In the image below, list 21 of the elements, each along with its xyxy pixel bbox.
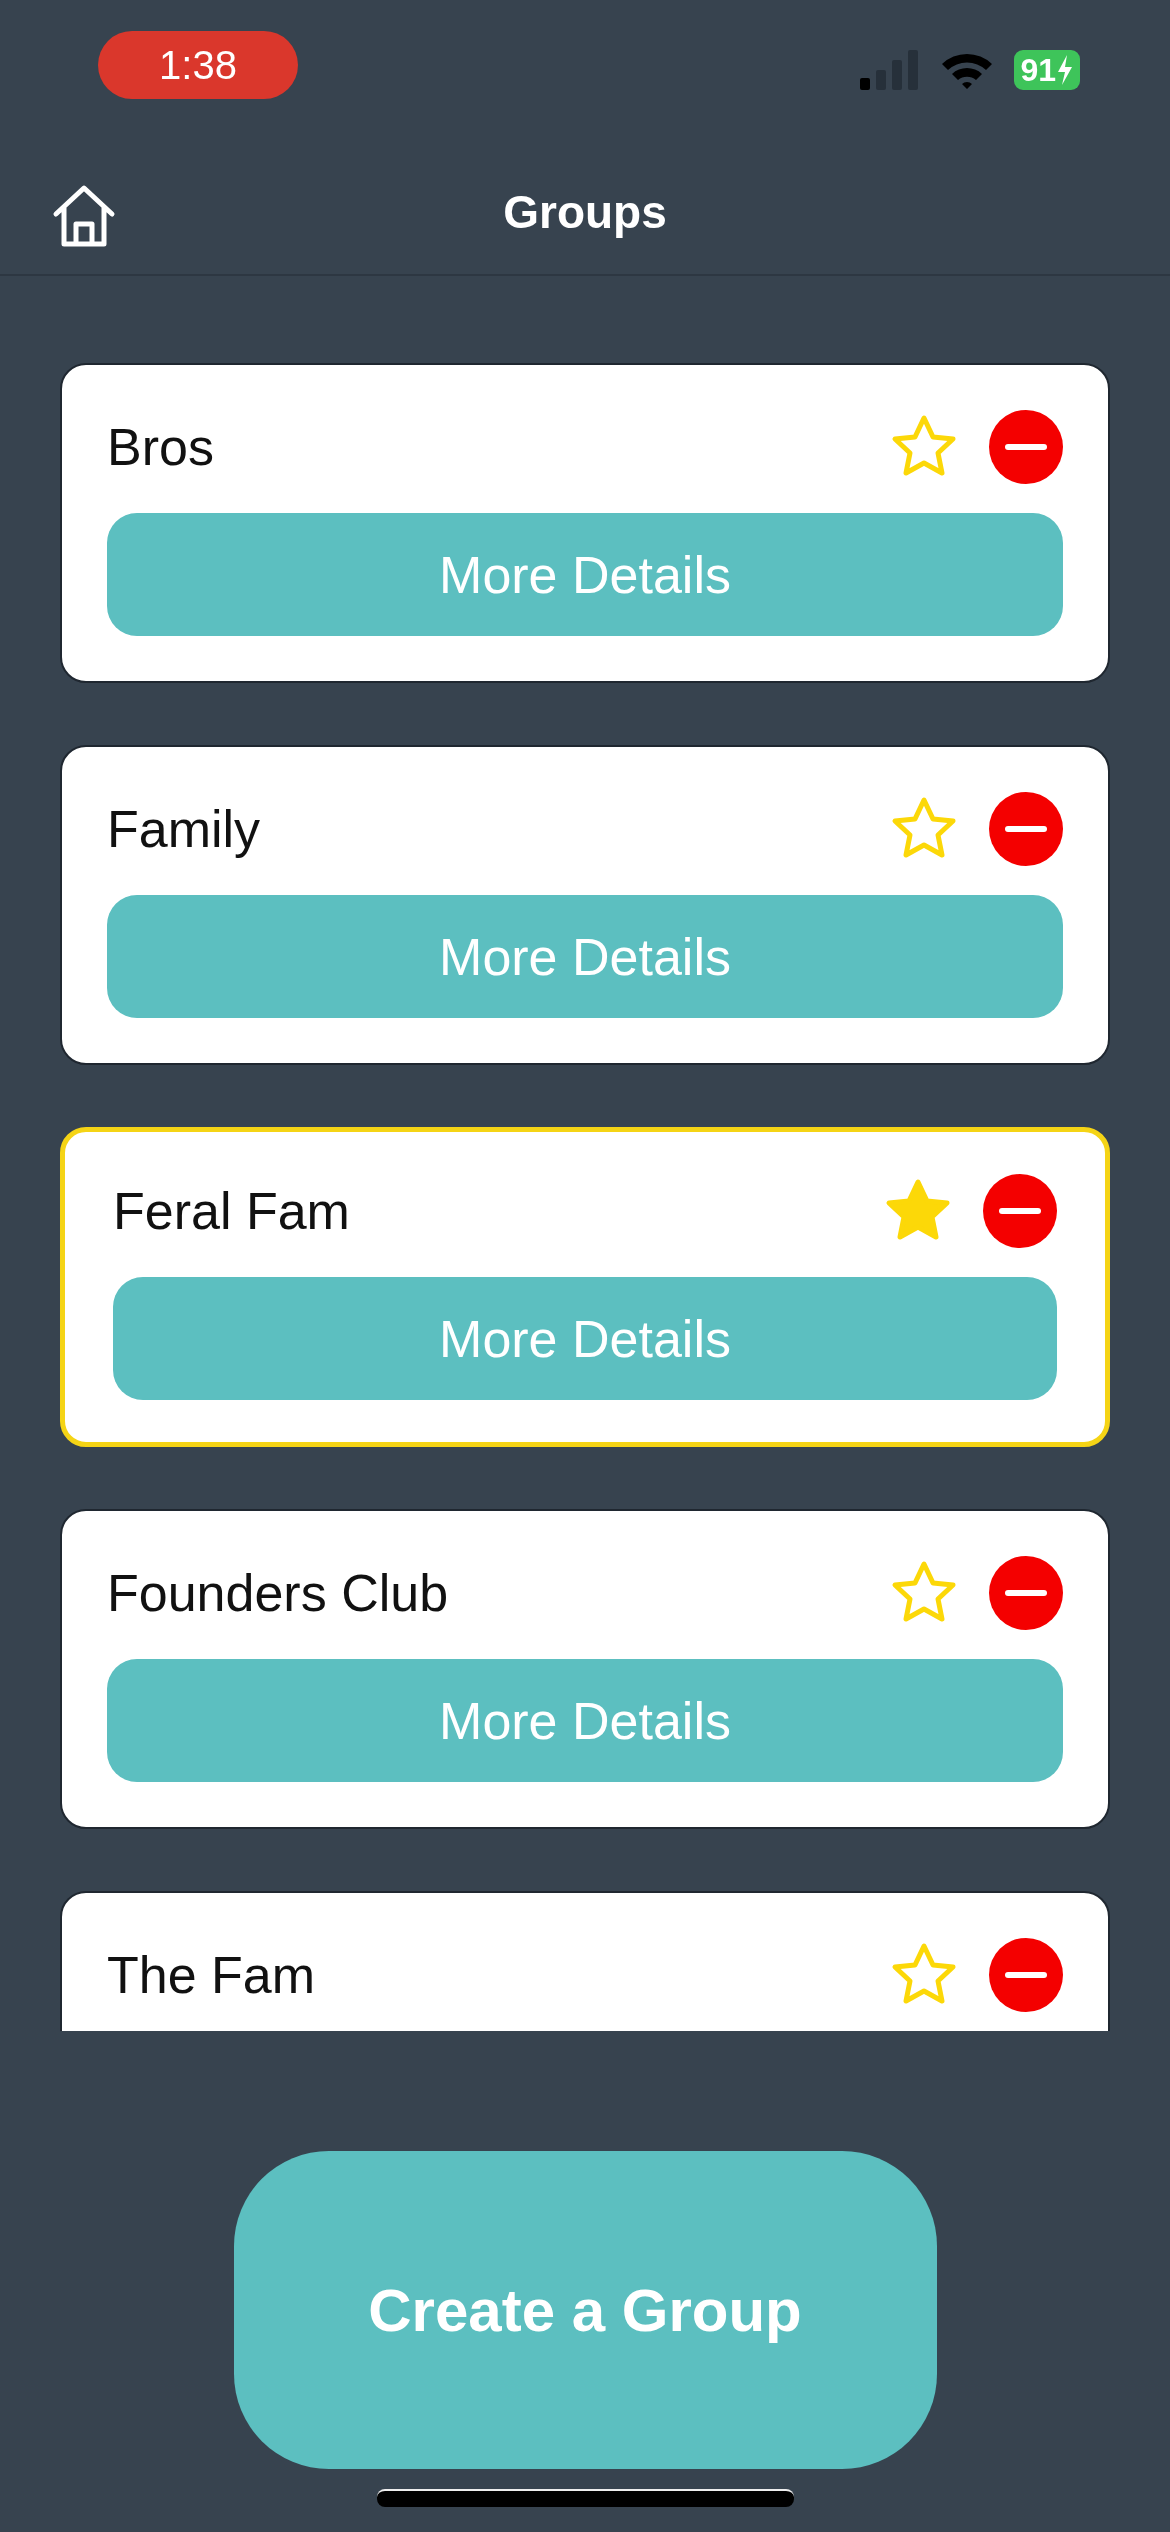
group-name: Feral Fam — [113, 1180, 351, 1241]
group-name: Family — [107, 798, 262, 859]
time-pill: 1:38 — [98, 31, 298, 99]
signal-icon — [860, 50, 921, 90]
remove-icon[interactable] — [989, 409, 1063, 484]
more-details-button[interactable]: More Details — [107, 1659, 1063, 1782]
remove-icon[interactable] — [983, 1173, 1057, 1248]
group-name: Bros — [107, 416, 215, 477]
remove-icon[interactable] — [989, 1555, 1063, 1630]
group-name: The Fam — [107, 1944, 317, 2005]
more-details-button[interactable]: More Details — [107, 895, 1063, 1018]
home-icon[interactable] — [52, 184, 116, 248]
more-details-button[interactable]: More Details — [107, 513, 1063, 636]
screen-title: Groups — [503, 185, 667, 239]
bolt-icon — [1056, 55, 1074, 85]
create-group-button[interactable]: Create a Group — [233, 2151, 937, 2469]
remove-icon[interactable] — [989, 1937, 1063, 2012]
more-details-button[interactable]: More Details — [113, 1277, 1057, 1400]
battery-level: 91 — [1020, 51, 1056, 89]
group-name: Founders Club — [107, 1562, 450, 1623]
remove-icon[interactable] — [989, 791, 1063, 866]
